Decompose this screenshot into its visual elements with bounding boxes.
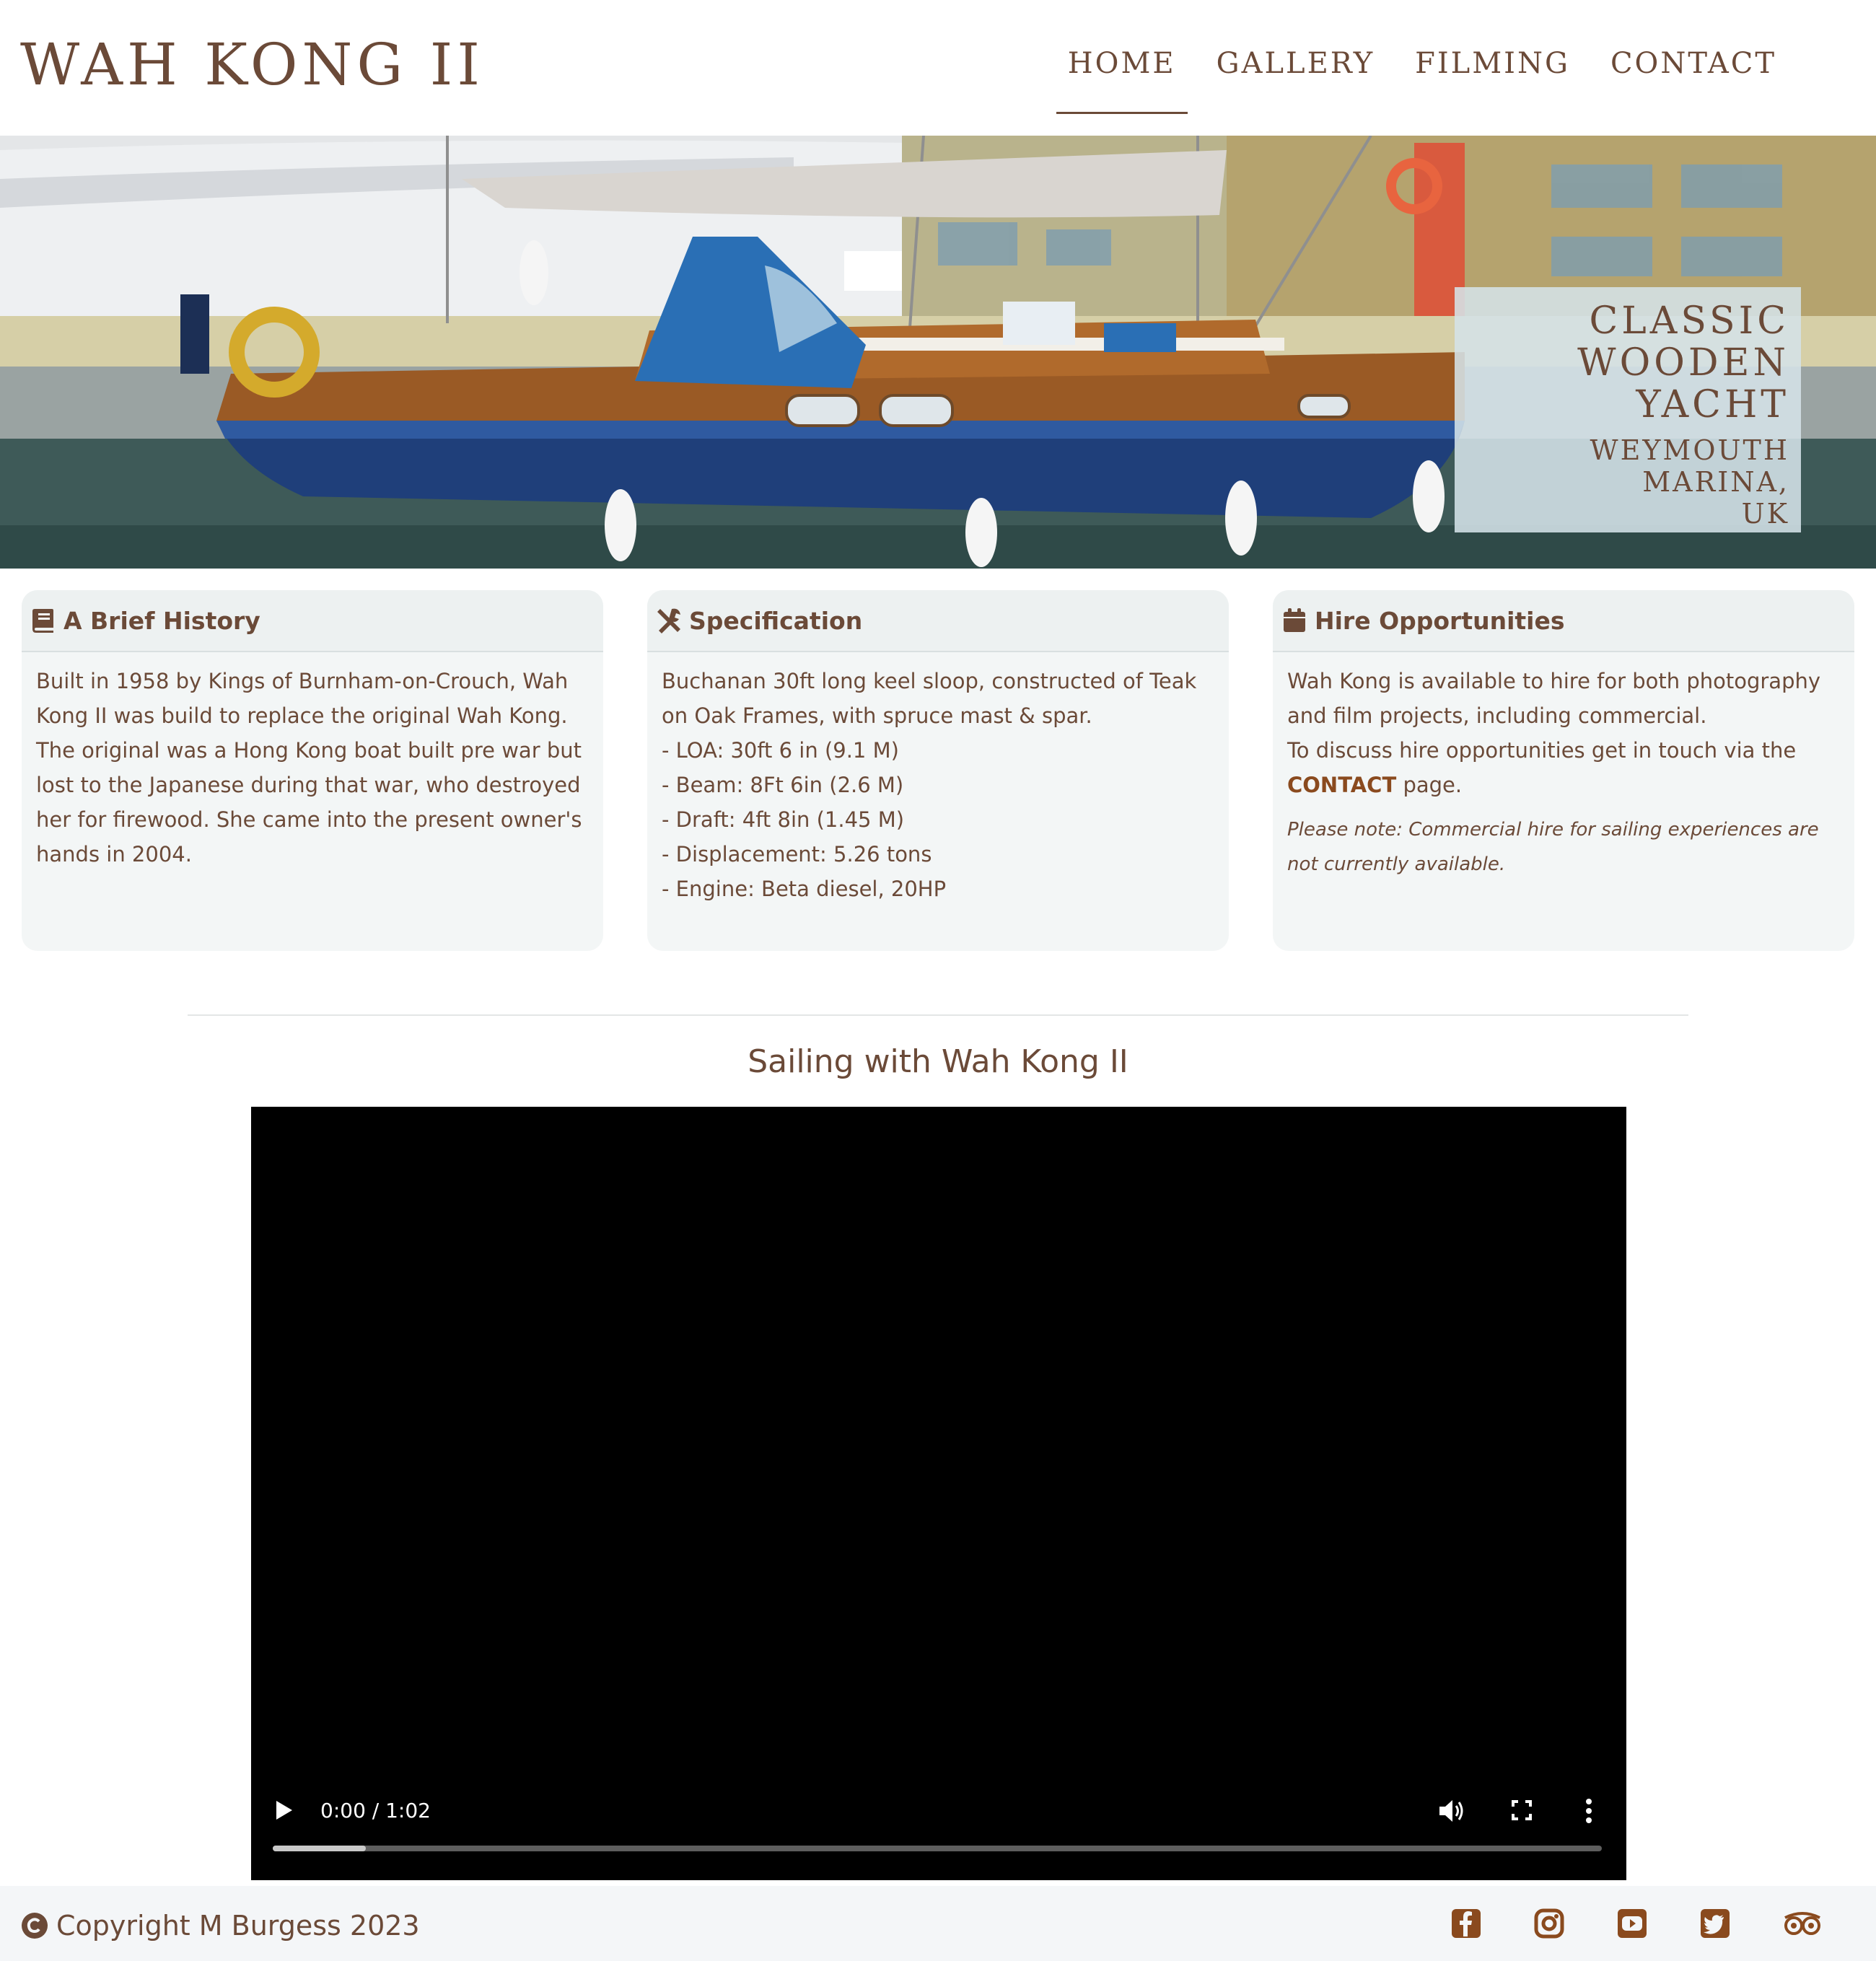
hire-card-body: Wah Kong is available to hire for both p… xyxy=(1273,652,1854,882)
volume-icon[interactable] xyxy=(1438,1798,1465,1824)
history-text: Built in 1958 by Kings of Burnham-on-Cro… xyxy=(36,669,582,867)
spec-item-displacement: - Displacement: 5.26 tons xyxy=(662,842,932,867)
copyright: Copyright M Burgess 2023 xyxy=(20,1908,420,1944)
hero-subtitle-line-1: WEYMOUTH MARINA, xyxy=(1590,434,1789,498)
hero-caption: CLASSIC WOODEN YACHT WEYMOUTH MARINA, UK xyxy=(1455,287,1801,532)
hire-text-1: Wah Kong is available to hire for both p… xyxy=(1287,669,1821,728)
specification-card-title: Specification xyxy=(689,606,863,635)
main-nav: HOME GALLERY FILMING CONTACT xyxy=(1048,35,1797,114)
specification-card: Specification Buchanan 30ft long keel sl… xyxy=(647,590,1229,951)
history-card-body: Built in 1958 by Kings of Burnham-on-Cro… xyxy=(22,652,603,872)
hero-title-line-2: WOODEN xyxy=(1577,341,1789,385)
nav-filming[interactable]: FILMING xyxy=(1395,35,1590,92)
specification-card-header: Specification xyxy=(647,590,1229,652)
facebook-icon[interactable] xyxy=(1450,1908,1482,1939)
copyright-icon xyxy=(20,1911,49,1940)
video-time: 0:00 / 1:02 xyxy=(320,1799,431,1822)
hire-card: Hire Opportunities Wah Kong is available… xyxy=(1273,590,1854,951)
nav-home[interactable]: HOME xyxy=(1048,35,1196,114)
nav-gallery[interactable]: GALLERY xyxy=(1196,35,1395,92)
site-title[interactable]: WAH KONG II xyxy=(20,29,484,101)
hire-card-title: Hire Opportunities xyxy=(1315,606,1565,635)
specification-card-body: Buchanan 30ft long keel sloop, construct… xyxy=(647,652,1229,906)
nav-contact[interactable]: CONTACT xyxy=(1590,35,1797,92)
more-options-icon[interactable] xyxy=(1584,1798,1593,1824)
site-header: WAH KONG II HOME GALLERY FILMING CONTACT xyxy=(0,0,1876,136)
hero-subtitle: WEYMOUTH MARINA, UK xyxy=(1455,434,1789,530)
twitter-icon[interactable] xyxy=(1699,1908,1731,1939)
section-divider xyxy=(188,1014,1688,1016)
hero-title-line-3: YACHT xyxy=(1636,383,1789,426)
video-player[interactable]: 0:00 / 1:02 xyxy=(251,1107,1626,1880)
video-progress-bar[interactable] xyxy=(273,1846,1602,1851)
play-icon[interactable] xyxy=(273,1799,294,1821)
youtube-icon[interactable] xyxy=(1616,1908,1648,1939)
history-card-header: A Brief History xyxy=(22,590,603,652)
instagram-icon[interactable] xyxy=(1533,1908,1565,1939)
hire-card-header: Hire Opportunities xyxy=(1273,590,1854,652)
spec-item-loa: - LOA: 30ft 6 in (9.1 M) xyxy=(662,738,899,763)
site-footer: Copyright M Burgess 2023 xyxy=(0,1886,1876,1961)
history-card: A Brief History Built in 1958 by Kings o… xyxy=(22,590,603,951)
book-icon xyxy=(29,606,58,635)
hire-text-2: To discuss hire opportunities get in tou… xyxy=(1287,733,1840,802)
spec-item-engine: - Engine: Beta diesel, 20HP xyxy=(662,877,947,901)
video-buffered-bar xyxy=(273,1846,366,1851)
spec-item-beam: - Beam: 8Ft 6in (2.6 M) xyxy=(662,773,904,797)
calendar-icon xyxy=(1280,606,1309,635)
hero-banner: CLASSIC WOODEN YACHT WEYMOUTH MARINA, UK xyxy=(0,136,1876,569)
tools-icon xyxy=(654,606,683,635)
history-card-title: A Brief History xyxy=(63,606,260,635)
hero-subtitle-line-2: UK xyxy=(1741,498,1789,530)
tripadvisor-icon[interactable] xyxy=(1782,1908,1823,1939)
hire-text-2-prefix: To discuss hire opportunities get in tou… xyxy=(1287,738,1797,763)
spec-intro: Buchanan 30ft long keel sloop, construct… xyxy=(662,669,1197,728)
spec-item-draft: - Draft: 4ft 8in (1.45 M) xyxy=(662,807,905,832)
fullscreen-icon[interactable] xyxy=(1511,1799,1533,1821)
hero-title-line-1: CLASSIC xyxy=(1589,299,1789,343)
hire-note: Please note: Commercial hire for sailing… xyxy=(1287,819,1819,875)
hire-text-2-suffix: page. xyxy=(1403,773,1463,797)
copyright-text: Copyright M Burgess 2023 xyxy=(56,1910,420,1942)
video-heading: Sailing with Wah Kong II xyxy=(748,1043,1128,1080)
contact-link[interactable]: CONTACT xyxy=(1287,773,1396,797)
